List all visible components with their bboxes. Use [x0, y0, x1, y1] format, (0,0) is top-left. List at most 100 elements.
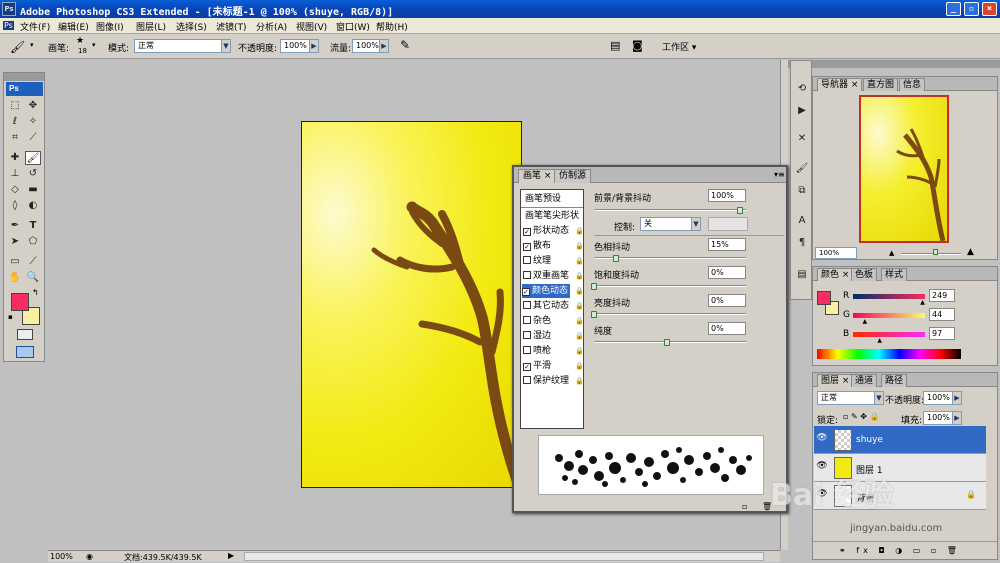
restore-button[interactable]: ▫	[964, 2, 979, 16]
brush-option-item[interactable]: 湿边	[523, 329, 551, 343]
crop-tool-icon[interactable]: ⌗	[7, 131, 23, 145]
status-icon[interactable]: ◉	[86, 552, 93, 561]
tab-swatches[interactable]: 色板	[851, 268, 878, 281]
minimize-button[interactable]: _	[946, 2, 961, 16]
brushes-dock-icon[interactable]: 🖌	[794, 161, 810, 177]
g-thumb[interactable]: ▲	[862, 318, 867, 325]
mode-select[interactable]: 正常	[134, 39, 222, 53]
brightness-jitter-input[interactable]: 0%	[708, 294, 746, 307]
brush-tool-icon[interactable]: 🖌	[10, 40, 25, 54]
history-icon[interactable]: ⟲	[794, 81, 810, 97]
purity-input[interactable]: 0%	[708, 322, 746, 335]
tab-info[interactable]: 信息	[899, 78, 926, 91]
b-input[interactable]: 97	[929, 327, 955, 340]
option-checkbox[interactable]	[523, 271, 531, 279]
control-select[interactable]: 关	[640, 217, 692, 231]
zoom-in-icon[interactable]: ▲	[967, 247, 974, 257]
option-checkbox[interactable]	[523, 376, 531, 384]
flow-slider-arrow[interactable]: ▶	[379, 39, 389, 53]
menu-view[interactable]: 视图(V)	[296, 20, 327, 33]
eraser-tool-icon[interactable]: ◇	[7, 183, 23, 197]
hue-jitter-thumb[interactable]	[612, 255, 619, 262]
brush-presets-item[interactable]: 画笔预设	[525, 192, 561, 206]
toolbox-ps-logo[interactable]: Ps	[6, 82, 43, 96]
brush-picker-arrow[interactable]: ▾	[92, 41, 96, 49]
brightness-jitter-thumb[interactable]	[591, 311, 597, 318]
magic-wand-tool-icon[interactable]: ✧	[25, 115, 41, 129]
history-brush-tool-icon[interactable]: ↺	[25, 167, 41, 181]
option-lock-icon[interactable]: 🔒	[575, 242, 584, 250]
document-canvas[interactable]	[301, 121, 522, 488]
option-lock-icon[interactable]: 🔒	[575, 377, 584, 385]
option-lock-icon[interactable]: 🔒	[575, 317, 584, 325]
tab-styles[interactable]: 样式	[881, 268, 908, 281]
dodge-tool-icon[interactable]: ◐	[25, 199, 41, 213]
g-input[interactable]: 44	[929, 308, 955, 321]
hue-jitter-input[interactable]: 15%	[708, 238, 746, 251]
airbrush-icon[interactable]: ✎	[400, 38, 410, 52]
opacity-input[interactable]: 100%	[280, 39, 310, 53]
blur-tool-icon[interactable]: ◊	[7, 199, 23, 213]
option-checkbox[interactable]: ✓	[523, 228, 531, 236]
tab-navigator[interactable]: 导航器 ×	[817, 78, 863, 91]
layer-blend-mode-select[interactable]: 正常	[817, 391, 875, 405]
clone-source-dock-icon[interactable]: ⧉	[794, 183, 810, 199]
notes-tool-icon[interactable]: ▭	[7, 255, 23, 269]
brightness-jitter-slider[interactable]	[594, 313, 746, 315]
paragraph-icon[interactable]: ¶	[794, 235, 810, 251]
tool-preset-arrow[interactable]: ▾	[30, 41, 34, 49]
layer-opacity-input[interactable]: 100%	[923, 391, 953, 405]
actions-icon[interactable]: ▶	[794, 103, 810, 119]
option-checkbox[interactable]	[523, 316, 531, 324]
screen-mode-icon[interactable]	[16, 346, 34, 358]
zoom-out-icon[interactable]: ▲	[889, 249, 894, 257]
quick-mask-icon[interactable]	[17, 329, 33, 340]
color-panel-fg-swatch[interactable]	[817, 291, 831, 305]
navigator-zoom-thumb[interactable]	[933, 249, 938, 255]
right-dock-header[interactable]	[788, 60, 1000, 68]
option-checkbox[interactable]	[523, 256, 531, 264]
layer-opacity-arrow[interactable]: ▶	[952, 391, 962, 405]
r-input[interactable]: 249	[929, 289, 955, 302]
lasso-tool-icon[interactable]: ℓ	[7, 115, 23, 129]
navigator-thumbnail[interactable]	[859, 95, 949, 243]
opacity-slider-arrow[interactable]: ▶	[309, 39, 319, 53]
option-checkbox[interactable]: ✓	[523, 363, 531, 371]
default-colors-icon[interactable]: ▪	[8, 313, 13, 321]
healing-brush-tool-icon[interactable]: ✚	[7, 151, 23, 165]
brush-option-item[interactable]: 保护纹理	[523, 374, 569, 388]
mode-dropdown-arrow[interactable]: ▼	[221, 39, 231, 53]
menu-image[interactable]: 图像(I)	[96, 20, 124, 33]
layers-bottom-icons[interactable]: ⚭ fx ◘ ◑ ▭ ▫ 🗑	[813, 541, 997, 559]
saturation-jitter-slider[interactable]	[594, 285, 746, 287]
hand-tool-icon[interactable]: ✋	[7, 271, 23, 285]
brush-option-item[interactable]: 杂色	[523, 314, 551, 328]
option-lock-icon[interactable]: 🔒	[575, 362, 584, 370]
gradient-tool-icon[interactable]: ▬	[25, 183, 41, 197]
option-lock-icon[interactable]: 🔒	[575, 257, 584, 265]
shape-tool-icon[interactable]: ⬠	[25, 235, 41, 249]
brush-option-item[interactable]: ✓ 颜色动态	[522, 284, 570, 298]
clone-stamp-tool-icon[interactable]: ⊥	[7, 167, 23, 181]
brush-option-item[interactable]: 喷枪	[523, 344, 551, 358]
new-brush-icon[interactable]: ▫	[742, 502, 747, 511]
fill-arrow[interactable]: ▶	[952, 411, 962, 425]
option-lock-icon[interactable]: 🔒	[575, 332, 584, 340]
option-checkbox[interactable]: ✓	[522, 288, 530, 296]
menu-analysis[interactable]: 分析(A)	[256, 20, 287, 33]
menu-window[interactable]: 窗口(W)	[336, 20, 370, 33]
move-tool-icon[interactable]: ✥	[25, 99, 41, 113]
brush-option-item[interactable]: ✓ 平滑	[523, 359, 551, 373]
layer-row-shuye[interactable]: 👁 shuye	[814, 426, 986, 454]
tab-brushes[interactable]: 画笔 ×	[518, 169, 557, 183]
r-thumb[interactable]: ▲	[920, 299, 925, 306]
zoom-tool-icon[interactable]: 🔍	[25, 271, 41, 285]
option-checkbox[interactable]: ✓	[523, 243, 531, 251]
eyedropper-tool-icon[interactable]: ⟋	[25, 131, 41, 145]
palette-well-icon[interactable]: ▤	[610, 39, 620, 52]
menu-select[interactable]: 选择(S)	[176, 20, 207, 33]
brush-option-item[interactable]: ✓ 散布	[523, 239, 551, 253]
brush-preset-icon[interactable]: ★	[76, 36, 84, 46]
flow-input[interactable]: 100%	[352, 39, 380, 53]
path-select-tool-icon[interactable]: ➤	[7, 235, 23, 249]
